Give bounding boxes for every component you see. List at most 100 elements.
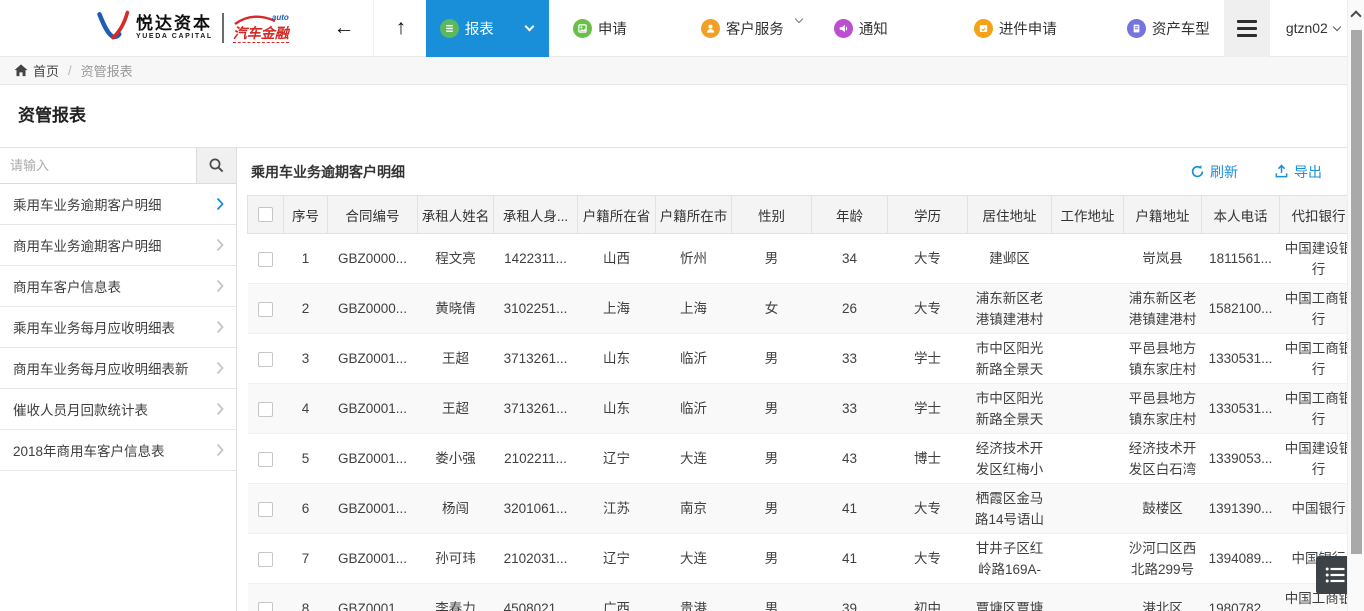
- export-icon: [1274, 164, 1289, 179]
- table-cell: 南京: [656, 484, 732, 534]
- table-cell: 市中区阳光新路全景天: [968, 384, 1052, 434]
- tab-apply[interactable]: 申请: [559, 0, 641, 57]
- table-row: 7GBZ0001...孙可玮2102031...辽宁大连男41大专甘井子区红岭路…: [248, 534, 1358, 584]
- breadcrumb-current: 资管报表: [81, 61, 133, 80]
- row-checkbox[interactable]: [258, 302, 273, 317]
- tab-intake-apply[interactable]: 进件申请: [960, 0, 1071, 57]
- sub-brand-accent: auto: [272, 13, 289, 22]
- row-checkbox[interactable]: [258, 252, 273, 267]
- breadcrumb-separator: /: [68, 63, 72, 78]
- search-button[interactable]: [196, 148, 236, 183]
- chevron-right-icon: [216, 402, 224, 416]
- export-button[interactable]: 导出: [1274, 162, 1322, 182]
- tab-notice[interactable]: 通知: [820, 0, 902, 57]
- chevron-down-icon: [1333, 22, 1341, 30]
- chevron-right-icon: [216, 238, 224, 252]
- refresh-button[interactable]: 刷新: [1190, 162, 1238, 182]
- table-cell: 娄小强: [418, 434, 494, 484]
- table-cell: GBZ0001...: [328, 434, 418, 484]
- sidebar-item-label: 2018年商用车客户信息表: [13, 440, 165, 460]
- scroll-up-arrow-icon[interactable]: [1350, 10, 1361, 21]
- table-header-row: 序号合同编号承租人姓名承租人身...户籍所在省户籍所在市性别年龄学历居住地址工作…: [248, 196, 1358, 234]
- table-cell: 鼓楼区: [1124, 484, 1202, 534]
- brand-name-en: YUEDA CAPITAL: [136, 33, 213, 40]
- tab-report[interactable]: 报表: [426, 0, 549, 57]
- sidebar-item[interactable]: 商用车业务每月应收明细表新: [0, 348, 236, 389]
- table-row: 4GBZ0001...王超3713261...山东临沂男33学士市中区阳光新路全…: [248, 384, 1358, 434]
- table-cell: 王超: [418, 334, 494, 384]
- table-cell: 2: [284, 284, 328, 334]
- table-cell: 李春力: [418, 584, 494, 611]
- table-cell: GBZ0001...: [328, 534, 418, 584]
- vertical-scrollbar[interactable]: [1347, 0, 1364, 611]
- sidebar-item[interactable]: 乘用车业务逾期客户明细: [0, 184, 236, 225]
- table-cell: 男: [732, 384, 812, 434]
- table-cell: GBZ0001...: [328, 384, 418, 434]
- column-header: 年龄: [812, 196, 888, 234]
- sidebar-item[interactable]: 2018年商用车客户信息表: [0, 430, 236, 471]
- select-all-checkbox[interactable]: [258, 207, 273, 222]
- row-checkbox[interactable]: [258, 402, 273, 417]
- table-cell: 平邑县地方镇东家庄村: [1124, 384, 1202, 434]
- row-select-cell: [248, 434, 284, 484]
- table-cell: GBZ0001...: [328, 334, 418, 384]
- menu-hamburger-icon[interactable]: [1224, 0, 1270, 57]
- table-cell: 3713261...: [494, 384, 578, 434]
- row-select-cell: [248, 534, 284, 584]
- row-checkbox[interactable]: [258, 352, 273, 367]
- select-all-cell: [248, 196, 284, 234]
- table-cell: [1052, 284, 1124, 334]
- row-select-cell: [248, 384, 284, 434]
- table-cell: 中国工商银行: [1280, 284, 1358, 334]
- breadcrumb-home[interactable]: 首页: [14, 61, 59, 80]
- sidebar-item[interactable]: 催收人员月回款统计表: [0, 389, 236, 430]
- chevron-right-icon: [216, 361, 224, 375]
- table-cell: 39: [812, 584, 888, 611]
- chevron-right-icon: [216, 320, 224, 334]
- tab-label: 报表: [465, 18, 494, 39]
- table-cell: 忻州: [656, 234, 732, 284]
- sidebar-item[interactable]: 乘用车业务每月应收明细表: [0, 307, 236, 348]
- table-cell: 经济技术开发区白石湾: [1124, 434, 1202, 484]
- search-icon: [208, 157, 225, 174]
- table-cell: 1582100...: [1202, 284, 1280, 334]
- sidebar-item[interactable]: 商用车业务逾期客户明细: [0, 225, 236, 266]
- table-cell: 经济技术开发区红梅小: [968, 434, 1052, 484]
- table-row: 8GBZ0001...李春力4508021...广西贵港男39初中覃塘区覃塘港北…: [248, 584, 1358, 611]
- sidebar-item-label: 乘用车业务每月应收明细表: [13, 317, 175, 337]
- sidebar-item[interactable]: 商用车客户信息表: [0, 266, 236, 307]
- table-cell: 3201061...: [494, 484, 578, 534]
- table-cell: 学士: [888, 384, 968, 434]
- column-header: 居住地址: [968, 196, 1052, 234]
- table-cell: 临沂: [656, 334, 732, 384]
- row-checkbox[interactable]: [258, 602, 273, 611]
- tab-customer-service[interactable]: 客户服务: [687, 0, 798, 57]
- tab-asset-model[interactable]: 资产车型: [1113, 0, 1224, 57]
- refresh-label: 刷新: [1210, 162, 1238, 182]
- table-cell: 1811561...: [1202, 234, 1280, 284]
- search-input[interactable]: [0, 148, 196, 183]
- table-cell: 33: [812, 384, 888, 434]
- row-checkbox[interactable]: [258, 502, 273, 517]
- table-row: 5GBZ0001...娄小强2102211...辽宁大连男43博士经济技术开发区…: [248, 434, 1358, 484]
- row-checkbox[interactable]: [258, 452, 273, 467]
- sidebar-item-label: 商用车业务每月应收明细表新: [13, 358, 189, 378]
- tab-label: 资产车型: [1152, 18, 1210, 39]
- column-header: 序号: [284, 196, 328, 234]
- top-navbar: 悦达资本 YUEDA CAPITAL auto 汽车金融 ← ↑ 报表 申请: [0, 0, 1364, 57]
- user-menu[interactable]: gtzn02: [1286, 20, 1340, 36]
- back-arrow-icon[interactable]: ←: [327, 16, 361, 40]
- table-row: 6GBZ0001...杨闯3201061...江苏南京男41大专栖霞区金马路14…: [248, 484, 1358, 534]
- sidebar-item-label: 商用车业务逾期客户明细: [13, 235, 162, 255]
- up-arrow-icon[interactable]: ↑: [388, 16, 414, 40]
- column-header: 户籍地址: [1124, 196, 1202, 234]
- row-checkbox[interactable]: [258, 552, 273, 567]
- table-container: 序号合同编号承租人姓名承租人身...户籍所在省户籍所在市性别年龄学历居住地址工作…: [237, 195, 1364, 611]
- navbar-divider: [373, 0, 374, 56]
- table-cell: 1980782...: [1202, 584, 1280, 611]
- table-cell: 43: [812, 434, 888, 484]
- table-cell: 甘井子区红岭路169A-: [968, 534, 1052, 584]
- row-select-cell: [248, 484, 284, 534]
- scrollbar-thumb[interactable]: [1351, 30, 1362, 554]
- table-cell: 初中: [888, 584, 968, 611]
